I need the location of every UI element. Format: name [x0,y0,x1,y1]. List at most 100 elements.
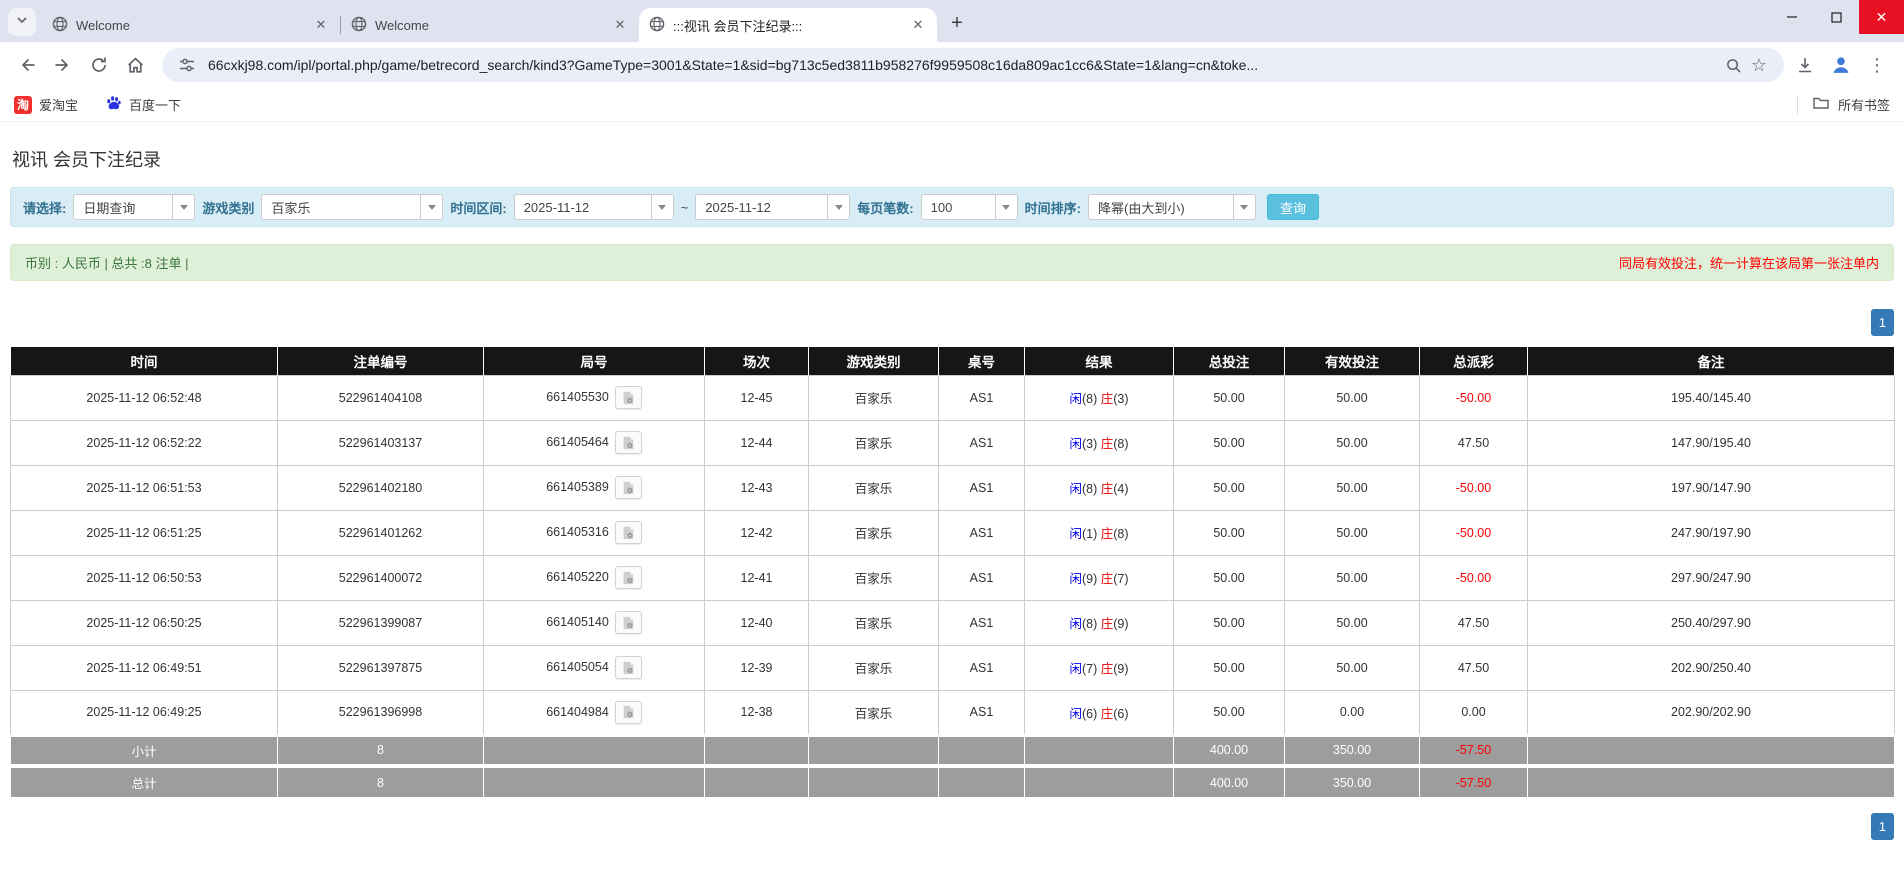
reload-icon[interactable] [82,48,116,82]
round-id-text: 661405389 [546,479,609,494]
new-tab-button[interactable]: + [943,9,971,37]
maximize-button[interactable] [1814,0,1859,34]
result-player-score: (7) [1081,662,1098,676]
folder-icon [1812,94,1830,115]
date-to-select[interactable]: 2025-11-12 [695,194,851,220]
cell-valid-bet: 50.00 [1284,554,1420,601]
result-player-label: 闲 [1069,482,1082,496]
sort-select[interactable]: 降幂(由大到小) [1087,194,1256,220]
divider [1796,95,1798,114]
subtotal-valid-bet: 350.00 [1284,733,1420,766]
table-row: 2025-11-12 06:50:53 522961400072 6614052… [10,554,1895,601]
cell-game-type: 百家乐 [808,374,939,421]
cell-total-bet-link[interactable]: 50.00 [1173,644,1285,691]
cell-payout: 47.50 [1419,644,1528,691]
cell-time: 2025-11-12 06:50:25 [10,599,278,646]
result-banker-score: (4) [1113,482,1129,496]
globe-icon [351,16,367,35]
cell-round-id: 661405140 [483,599,705,646]
close-button[interactable]: ✕ [1859,0,1904,34]
table-row: 2025-11-12 06:49:51 522961397875 6614050… [10,644,1895,691]
cell-total-bet-link[interactable]: 50.00 [1173,689,1285,736]
header-total-bet: 总投注 [1173,347,1285,375]
result-banker-score: (9) [1113,617,1129,631]
cell-payout: 47.50 [1419,599,1528,646]
profile-avatar-icon[interactable] [1828,52,1854,78]
menu-dots-icon[interactable]: ⋮ [1864,52,1890,78]
tab-close-icon[interactable]: ✕ [312,16,330,34]
tab-welcome-1[interactable]: Welcome ✕ [42,8,340,42]
result-banker-score: (9) [1113,662,1129,676]
round-id-text: 661405220 [546,569,609,584]
bookmark-star-icon[interactable]: ☆ [1746,52,1772,78]
url-text[interactable]: 66cxkj98.com/ipl/portal.php/game/betreco… [208,57,1712,73]
video-replay-icon[interactable] [614,476,642,499]
downloads-icon[interactable] [1792,52,1818,78]
subtotal-label: 小计 [10,733,278,766]
table-row: 2025-11-12 06:52:22 522961403137 6614054… [10,419,1895,466]
cell-round-id: 661405316 [483,509,705,556]
cell-total-bet-link[interactable]: 50.00 [1173,599,1285,646]
home-icon[interactable] [118,48,152,82]
header-valid-bet: 有效投注 [1284,347,1420,375]
tab-close-icon[interactable]: ✕ [909,16,927,34]
range-separator: ~ [680,199,689,215]
result-player-label: 闲 [1069,617,1082,631]
cell-remark: 147.90/195.40 [1527,419,1895,466]
page-size-select[interactable]: 100 [920,194,1018,220]
zoom-icon[interactable] [1720,52,1746,78]
cell-bet-id: 522961399087 [277,599,484,646]
video-replay-icon[interactable] [614,656,642,679]
page-content: 视讯 会员下注纪录 请选择: 日期查询 游戏类别 百家乐 时间区间: 2025-… [0,146,1904,840]
site-settings-icon[interactable] [174,52,200,78]
cell-game-type: 百家乐 [808,689,939,736]
cell-total-bet-link[interactable]: 50.00 [1173,509,1285,556]
tab-betrecord-active[interactable]: :::视讯 会员下注纪录::: ✕ [639,8,937,42]
query-button[interactable]: 查询 [1266,194,1319,220]
video-replay-icon[interactable] [614,611,642,634]
cell-remark: 202.90/202.90 [1527,689,1895,736]
cell-total-bet-link[interactable]: 50.00 [1173,374,1285,421]
video-replay-icon[interactable] [614,431,642,454]
page-size-label: 每页笔数: [857,200,914,216]
minimize-button[interactable] [1769,0,1814,34]
valid-bet-notice-text: 同局有效投注，统一计算在该局第一张注单内 [1618,256,1879,271]
date-from-select[interactable]: 2025-11-12 [513,194,674,220]
query-type-select[interactable]: 日期查询 [73,194,196,220]
pagination-top: 1 [10,309,1894,336]
cell-payout: -50.00 [1419,374,1528,421]
cell-total-bet-link[interactable]: 50.00 [1173,554,1285,601]
address-bar[interactable]: 66cxkj98.com/ipl/portal.php/game/betreco… [162,48,1784,82]
video-replay-icon[interactable] [614,700,642,724]
all-bookmarks[interactable]: 所有书签 [1796,94,1890,115]
summary-info-bar: 币别 : 人民币 | 总共 :8 注单 | 同局有效投注，统一计算在该局第一张注… [10,244,1894,281]
tab-close-icon[interactable]: ✕ [611,16,629,34]
window-controls: ✕ [1769,0,1904,34]
bookmark-baidu[interactable]: 百度一下 [106,95,181,114]
video-replay-icon[interactable] [614,521,642,544]
video-replay-icon[interactable] [614,386,642,409]
video-replay-icon[interactable] [614,566,642,589]
cell-session: 12-44 [704,419,809,466]
cell-total-bet-link[interactable]: 50.00 [1173,464,1285,511]
result-banker-score: (7) [1113,572,1129,586]
cell-table-no: AS1 [938,599,1025,646]
tab-welcome-2[interactable]: Welcome ✕ [341,8,639,42]
cell-total-bet-link[interactable]: 50.00 [1173,419,1285,466]
game-type-select[interactable]: 百家乐 [261,194,444,220]
result-player-score: (8) [1081,617,1098,631]
back-icon[interactable] [10,48,44,82]
page-1-button[interactable]: 1 [1870,813,1894,840]
forward-icon[interactable] [46,48,80,82]
cell-remark: 247.90/197.90 [1527,509,1895,556]
result-banker-label: 庄 [1100,617,1114,631]
header-result: 结果 [1024,347,1174,375]
bookmark-taobao[interactable]: 淘 爱淘宝 [14,95,78,114]
total-total-bet: 400.00 [1173,764,1285,797]
result-banker-label: 庄 [1100,437,1114,451]
cell-payout: 0.00 [1419,689,1528,736]
cell-time: 2025-11-12 06:51:25 [10,509,278,556]
page-1-button[interactable]: 1 [1870,309,1894,336]
tab-search-button[interactable] [8,8,36,36]
cell-result: 闲(1) 庄(8) [1024,509,1174,556]
